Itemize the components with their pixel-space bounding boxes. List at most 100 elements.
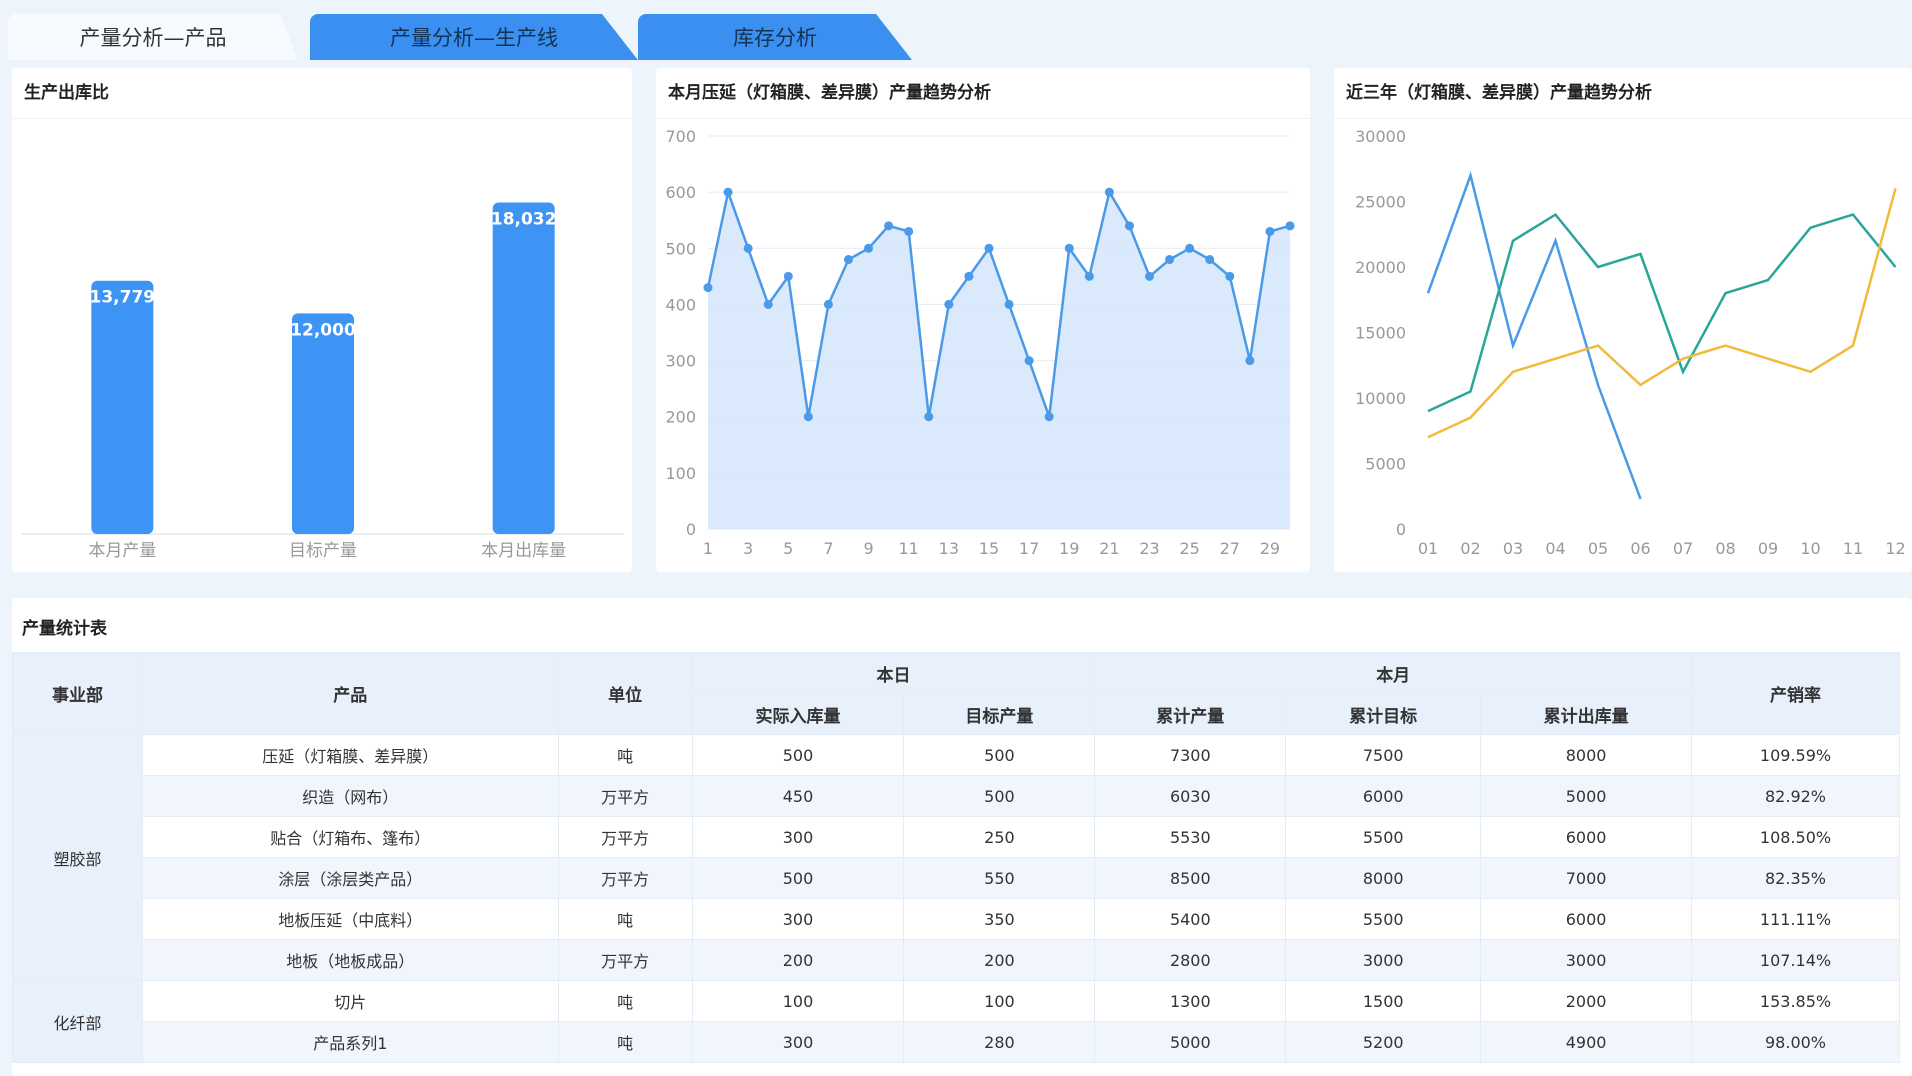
y-tick-label: 400 [665,295,696,314]
x-tick-label: 11 [899,539,919,558]
table-row: 化纤部 切片吨 100 100 1300 1500 2000 153.85% [12,980,1900,1063]
header-cum-out: 累计出库量 [1480,694,1693,735]
table-cell: 5000 [1480,775,1693,817]
data-point [1225,271,1235,281]
bar-value-label: 12,000 [290,320,356,340]
month-trend-panel: 本月压延（灯箱膜、差异膜）产量趋势分析 0 100 200 300 400 500 600 7… [656,68,1310,572]
header-dept: 事业部 [12,652,143,735]
table-cell: 300 [691,816,905,858]
table-cell: 5000 [1094,1021,1287,1063]
bar-value-label: 13,779 [90,288,156,308]
x-tick-label: 3 [743,539,753,558]
x-tick-label: 15 [979,539,999,558]
table-cell: 108.50% [1691,816,1900,858]
x-tick-label: 06 [1630,539,1650,558]
table-cell: 1300 [1094,980,1287,1022]
table-cell: 350 [903,898,1096,940]
table-cell: 涂层（涂层类产品） [141,857,559,899]
data-point [864,243,874,253]
tab-bar: 产量分析—产品 产量分析—生产线 库存分析 [8,14,1908,60]
x-tick-label: 02 [1460,539,1480,558]
table-cell: 8000 [1285,857,1482,899]
table-cell: 8500 [1094,857,1287,899]
table-cell: 2000 [1480,980,1693,1022]
table-row: 贴合（灯箱布、篷布） 万平方 300 250 5530 5500 6000 108.50% [13,816,1900,858]
table-cell: 200 [903,939,1096,981]
header-month: 本月 [1094,652,1693,695]
x-tick-label: 04 [1545,539,1565,558]
y-tick-label: 15000 [1355,324,1406,343]
x-tick-label: 17 [1019,539,1039,558]
x-tick-label: 03 [1503,539,1523,558]
data-point [1185,243,1195,253]
table-cell: 107.14% [1691,939,1900,981]
table-cell: 产品系列1 [141,1021,559,1063]
table-cell: 200 [691,939,905,981]
data-point [944,299,954,309]
tab-production-line-analysis[interactable]: 产量分析—生产线 [310,14,638,60]
table-cell: 500 [691,734,905,776]
x-tick-label: 7 [823,539,833,558]
table-cell: 万平方 [557,939,693,981]
y-tick-label: 300 [665,352,696,371]
y-tick-label: 500 [665,239,696,258]
production-stats-table: 事业部 产品 单位 本日 本月 产销率 实际入库量 目标产量 累计产量 累计目标… [12,652,1900,1063]
production-stats-panel: 产量统计表 事业部 产品 单位 本日 本月 产销率 实际入库量 目标产量 累计产… [12,598,1912,1076]
series-line [1427,212,1897,413]
table-cell: 万平方 [557,775,693,817]
data-point [1064,243,1074,253]
x-tick-label: 10 [1800,539,1820,558]
x-tick-label: 本月出库量 [481,541,566,561]
tab-product-analysis[interactable]: 产量分析—产品 [8,14,298,60]
header-target: 目标产量 [903,694,1096,735]
x-tick-label: 1 [703,539,713,558]
header-today: 本日 [691,652,1096,695]
data-point [1084,271,1094,281]
y-tick-label: 20000 [1355,258,1406,277]
dept-cell: 塑胶部 [12,734,143,981]
tab-inventory-analysis[interactable]: 库存分析 [638,14,912,60]
x-tick-label: 本月产量 [88,541,156,561]
table-cell: 500 [903,775,1096,817]
y-tick-label: 600 [665,183,696,202]
data-point [783,271,793,281]
data-point [1024,356,1034,366]
three-year-trend-chart: 0 5000 10000 15000 20000 25000 30000 01 02 03 04 05… [1355,127,1906,558]
x-tick-label: 09 [1758,539,1778,558]
area-fill [708,192,1290,529]
header-actual-in: 实际入库量 [691,694,905,735]
data-point [1044,412,1054,422]
table-cell: 地板（地板成品） [141,939,559,981]
y-tick-label: 5000 [1365,455,1406,474]
three-year-trend-panel: 近三年（灯箱膜、差异膜）产量趋势分析 0 5000 10000 15000 20000 2… [1334,68,1912,572]
table-cell: 织造（网布） [141,775,559,817]
x-tick-label: 05 [1588,539,1608,558]
data-point [803,412,813,422]
x-tick-label: 29 [1260,539,1280,558]
table-cell: 吨 [557,1021,693,1063]
data-point [1165,255,1175,265]
table-cell: 6030 [1094,775,1287,817]
x-tick-label: 目标产量 [289,541,357,561]
header-unit: 单位 [557,652,693,735]
header-cum-prod: 累计产量 [1094,694,1287,735]
x-tick-label: 07 [1673,539,1693,558]
series-line [1426,171,1642,500]
table-cell: 4900 [1480,1021,1693,1063]
x-tick-label: 11 [1843,539,1863,558]
table-cell: 5500 [1285,816,1482,858]
bar-chart: 13,779 本月产量 12,000 目标产量 18,032 本月出库量 [22,202,624,561]
month-trend-chart: 01002003004005006007001 3 5 7 9 11 13 15 17 19 21 2… [665,127,1295,558]
table-cell: 111.11% [1691,898,1900,940]
data-point [763,299,773,309]
table-cell: 7500 [1285,734,1482,776]
x-tick-label: 5 [783,539,793,558]
table-cell: 6000 [1480,816,1693,858]
table-row: 织造（网布） 万平方 450 500 6030 6000 5000 82.92% [13,775,1900,817]
table-cell: 5500 [1285,898,1482,940]
x-tick-label: 21 [1099,539,1119,558]
table-row: 地板（地板成品） 万平方 200 200 2800 3000 3000 107.14% [13,939,1900,981]
table-cell: 5200 [1285,1021,1482,1063]
data-point [723,187,733,197]
table-cell: 8000 [1480,734,1693,776]
